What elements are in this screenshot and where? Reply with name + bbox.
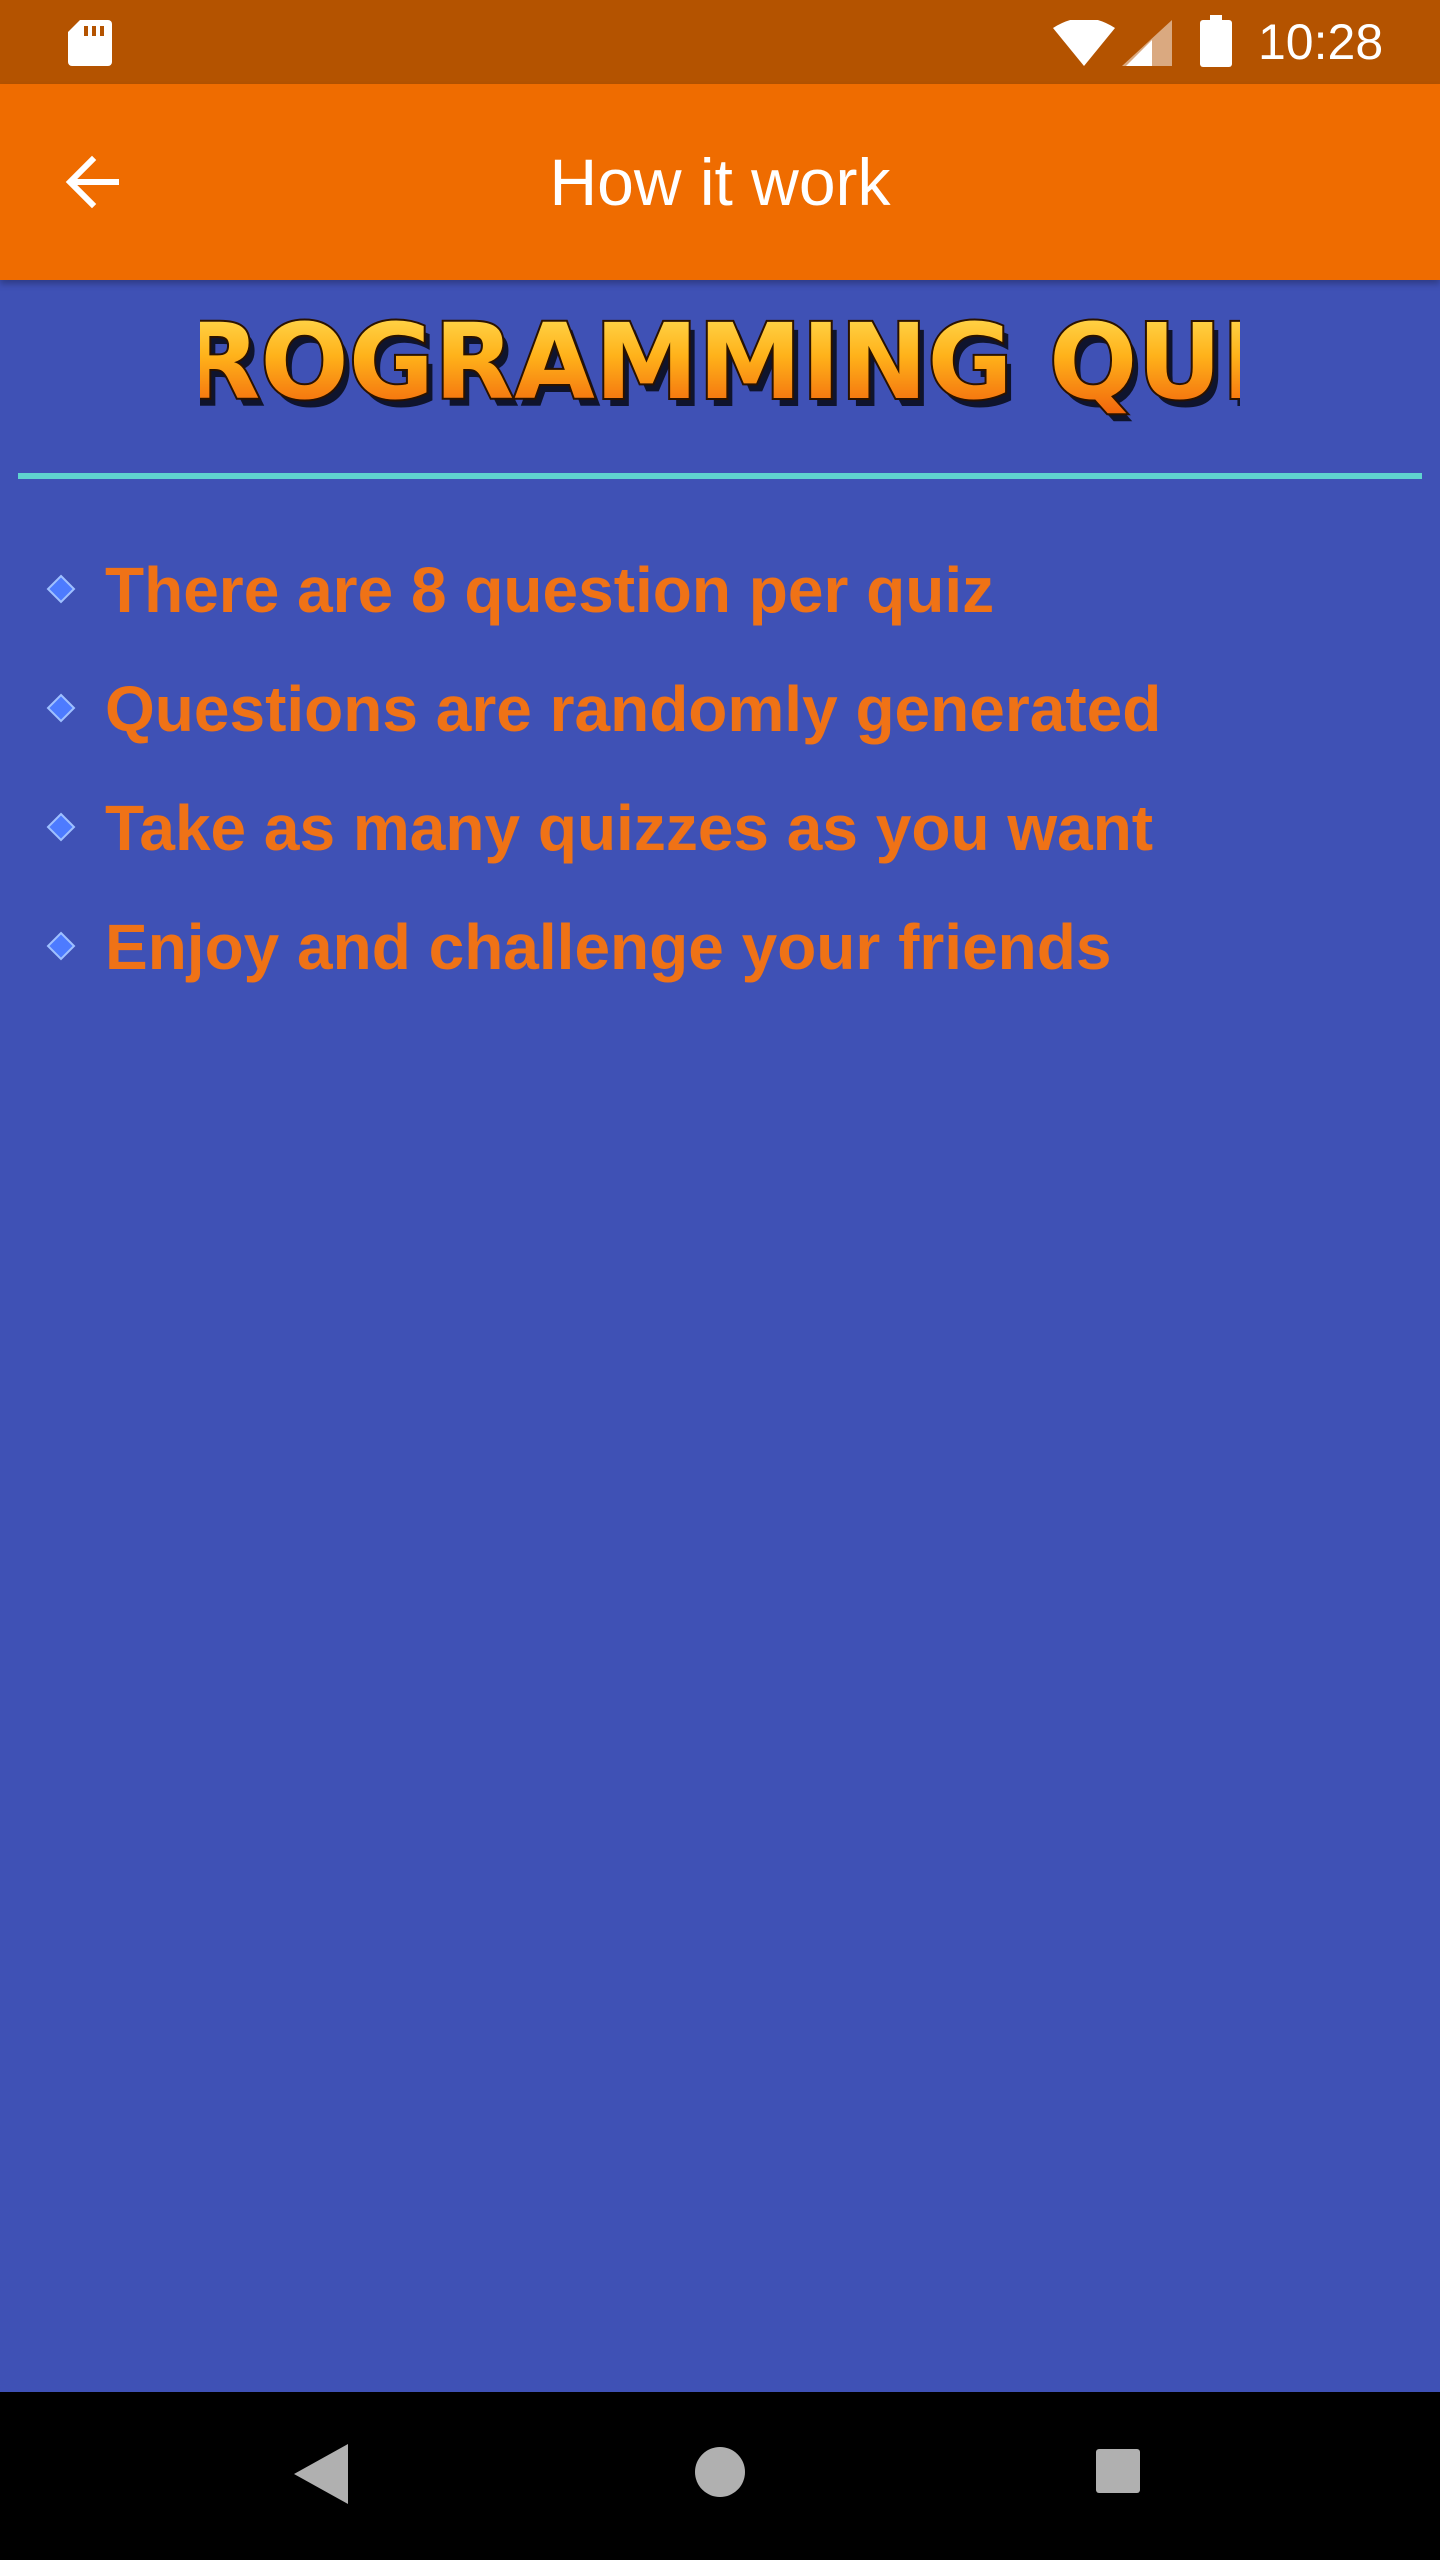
- arrow-back-icon: [65, 155, 119, 209]
- nav-back-icon[interactable]: [290, 2442, 350, 2506]
- nav-recents-icon[interactable]: [1096, 2449, 1140, 2493]
- app-bar: How it work: [0, 84, 1440, 280]
- list-item: There are 8 question per quiz: [0, 530, 1440, 649]
- back-button[interactable]: [42, 132, 142, 232]
- svg-text:PROGRAMMING QUIZ: PROGRAMMING QUIZ: [200, 301, 1240, 423]
- status-bar: 10:28: [0, 0, 1440, 84]
- sd-card-icon: [68, 20, 112, 66]
- divider: [18, 473, 1422, 479]
- nav-home-icon[interactable]: [694, 2446, 746, 2498]
- cell-signal-icon: [1122, 20, 1172, 66]
- diamond-bullet-icon: [46, 574, 76, 604]
- wifi-icon: [1053, 20, 1115, 66]
- page-title: How it work: [549, 145, 891, 219]
- battery-icon: [1200, 15, 1232, 67]
- programming-quiz-logo: PROGRAMMING QUIZ PROGRAMMING QUIZ: [200, 300, 1240, 431]
- rules-list: There are 8 question per quiz Questions …: [0, 530, 1440, 1006]
- status-time: 10:28: [1258, 14, 1384, 70]
- list-item: Questions are randomly generated: [0, 649, 1440, 768]
- list-item: Enjoy and challenge your friends: [0, 887, 1440, 1006]
- diamond-bullet-icon: [46, 931, 76, 961]
- navigation-bar: [0, 2392, 1440, 2560]
- diamond-bullet-icon: [46, 693, 76, 723]
- list-item: Take as many quizzes as you want: [0, 768, 1440, 887]
- rule-text: Take as many quizzes as you want: [105, 792, 1154, 864]
- rule-text: Enjoy and challenge your friends: [105, 911, 1112, 983]
- rule-text: There are 8 question per quiz: [105, 554, 995, 626]
- diamond-bullet-icon: [46, 812, 76, 842]
- rule-text: Questions are randomly generated: [105, 673, 1162, 745]
